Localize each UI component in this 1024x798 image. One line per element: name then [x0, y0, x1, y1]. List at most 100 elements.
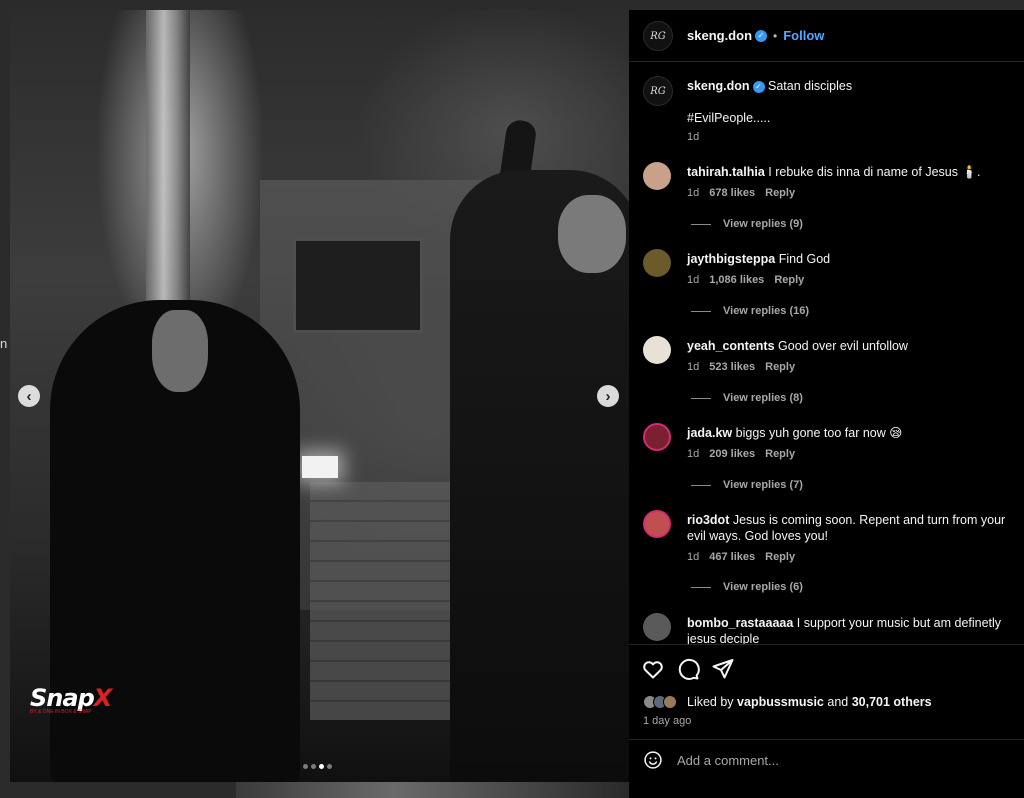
comment-username[interactable]: yeah_contents: [687, 339, 775, 353]
add-comment-bar: [629, 739, 1024, 779]
commenter-avatar[interactable]: [643, 336, 671, 364]
comment-body: I rebuke dis inna di name of Jesus 🕯️.: [768, 165, 981, 179]
carousel-dot: [327, 764, 332, 769]
comment-age: 1d: [687, 361, 700, 373]
separator-dot: •: [773, 28, 778, 43]
comment-icon[interactable]: [676, 657, 700, 681]
post-time: 1 day ago: [643, 715, 692, 727]
reply-button[interactable]: Reply: [765, 551, 795, 563]
caption-username[interactable]: skeng.don: [687, 79, 750, 93]
carousel-dot: [311, 764, 316, 769]
comment-age: 1d: [687, 187, 700, 199]
post-header: RG skeng.don ✓ • Follow: [629, 10, 1024, 62]
heart-icon[interactable]: [641, 657, 665, 681]
view-replies-button[interactable]: View replies (9): [691, 218, 803, 230]
liked-by-and: and: [827, 695, 849, 709]
comment-body: Find God: [778, 252, 831, 266]
comment-likes[interactable]: 678 likes: [709, 187, 755, 199]
verified-badge-icon: ✓: [752, 80, 765, 93]
liked-by-user[interactable]: vapbussmusic: [737, 695, 824, 709]
carousel-dot: [303, 764, 308, 769]
photo-window: [293, 238, 423, 333]
commenter-avatar-story-ring[interactable]: [643, 423, 671, 451]
photo-pole: [146, 10, 190, 330]
divider-line: [691, 397, 711, 399]
comment-body: Good over evil unfollow: [778, 339, 908, 353]
caption-author-avatar[interactable]: RG: [643, 76, 673, 106]
view-replies-button[interactable]: View replies (8): [691, 392, 803, 404]
carousel-dot-active: [319, 764, 324, 769]
carousel-next-button[interactable]: ›: [597, 385, 619, 407]
comment-likes[interactable]: 467 likes: [709, 551, 755, 563]
liked-by-prefix: Liked by: [687, 695, 734, 709]
comment-meta: 1d 523 likes Reply: [687, 361, 805, 373]
comment-age: 1d: [687, 274, 700, 286]
comment-text: jada.kw biggs yuh gone too far now 😪: [687, 425, 1012, 441]
comment-body: Jesus is coming soon. Repent and turn fr…: [687, 513, 1006, 543]
comment-text: bombo_rastaaaaa I support your music but…: [687, 615, 1012, 644]
comment-likes[interactable]: 523 likes: [709, 361, 755, 373]
comment-meta: 1d 209 likes Reply: [687, 448, 805, 460]
comment-text: jaythbigsteppa Find God: [687, 251, 1012, 267]
comment-username[interactable]: bombo_rastaaaaa: [687, 616, 793, 630]
comment-meta: 1d 678 likes Reply: [687, 187, 805, 199]
follow-button[interactable]: Follow: [783, 28, 824, 43]
comment-username[interactable]: jada.kw: [687, 426, 732, 440]
liker-avatar: [663, 695, 677, 709]
view-replies-button[interactable]: View replies (6): [691, 581, 803, 593]
chevron-right-icon: ›: [605, 387, 611, 405]
comment-likes[interactable]: 209 likes: [709, 448, 755, 460]
author-username[interactable]: skeng.don: [687, 28, 752, 43]
photo-light: [302, 456, 338, 478]
photo-figure-nun-face: [152, 310, 208, 392]
post-actions: Liked by vapbussmusic and 30,701 others …: [629, 644, 1024, 798]
comment-username[interactable]: rio3dot: [687, 513, 729, 527]
carousel-prev-button[interactable]: ‹: [18, 385, 40, 407]
comment-age: 1d: [687, 448, 700, 460]
comment-username[interactable]: jaythbigsteppa: [687, 252, 775, 266]
reply-button[interactable]: Reply: [765, 361, 795, 373]
liked-by: Liked by vapbussmusic and 30,701 others: [643, 695, 932, 709]
comment-username[interactable]: tahirah.talhia: [687, 165, 765, 179]
commenter-avatar-story-ring[interactable]: [643, 510, 671, 538]
author-avatar[interactable]: RG: [643, 21, 673, 51]
commenter-avatar[interactable]: [643, 613, 671, 641]
commenter-avatar[interactable]: [643, 162, 671, 190]
share-icon[interactable]: [711, 657, 735, 681]
liked-by-others[interactable]: 30,701 others: [852, 695, 932, 709]
view-replies-button[interactable]: View replies (7): [691, 479, 803, 491]
carousel-indicator: [303, 764, 332, 769]
comment-likes[interactable]: 1,086 likes: [709, 274, 764, 286]
comment-text: yeah_contents Good over evil unfollow: [687, 338, 1012, 354]
commenter-avatar[interactable]: [643, 249, 671, 277]
reply-button[interactable]: Reply: [765, 448, 795, 460]
post-sidebar: RG skeng.don ✓ • Follow RG skeng.don ✓ Sa…: [629, 10, 1024, 798]
comments-list[interactable]: RG skeng.don ✓ Satan disciples #EvilPeopl…: [629, 62, 1024, 644]
caption-text: skeng.don ✓ Satan disciples: [687, 78, 1012, 94]
comment-age: 1d: [687, 551, 700, 563]
verified-badge-icon: ✓: [755, 29, 768, 42]
divider-line: [691, 223, 711, 225]
reply-button[interactable]: Reply: [774, 274, 804, 286]
reply-button[interactable]: Reply: [765, 187, 795, 199]
background-strip: [236, 782, 628, 798]
comment-meta: 1d 1,086 likes Reply: [687, 274, 814, 286]
comment-body: biggs yuh gone too far now 😪: [735, 426, 903, 440]
watermark-logo: SnapX BY & ONE IN BOX & SNAP: [30, 684, 112, 715]
comment-input[interactable]: [677, 748, 1007, 772]
emoji-icon[interactable]: [643, 750, 663, 770]
divider-line: [691, 310, 711, 312]
caption-hashtag[interactable]: #EvilPeople.....: [687, 110, 1012, 126]
divider-line: [691, 586, 711, 588]
caption-body: Satan disciples: [768, 79, 853, 93]
caption-age: 1d: [687, 131, 700, 143]
comment-text: rio3dot Jesus is coming soon. Repent and…: [687, 512, 1012, 544]
divider-line: [691, 484, 711, 486]
view-replies-button[interactable]: View replies (16): [691, 305, 809, 317]
chevron-left-icon: ‹: [26, 387, 32, 405]
comment-text: tahirah.talhia I rebuke dis inna di name…: [687, 164, 1012, 180]
photo-figure-man-face: [558, 195, 626, 273]
post-photo[interactable]: SnapX BY & ONE IN BOX & SNAP: [10, 10, 629, 782]
edge-text: n: [0, 336, 8, 351]
comment-meta: 1d 467 likes Reply: [687, 551, 805, 563]
